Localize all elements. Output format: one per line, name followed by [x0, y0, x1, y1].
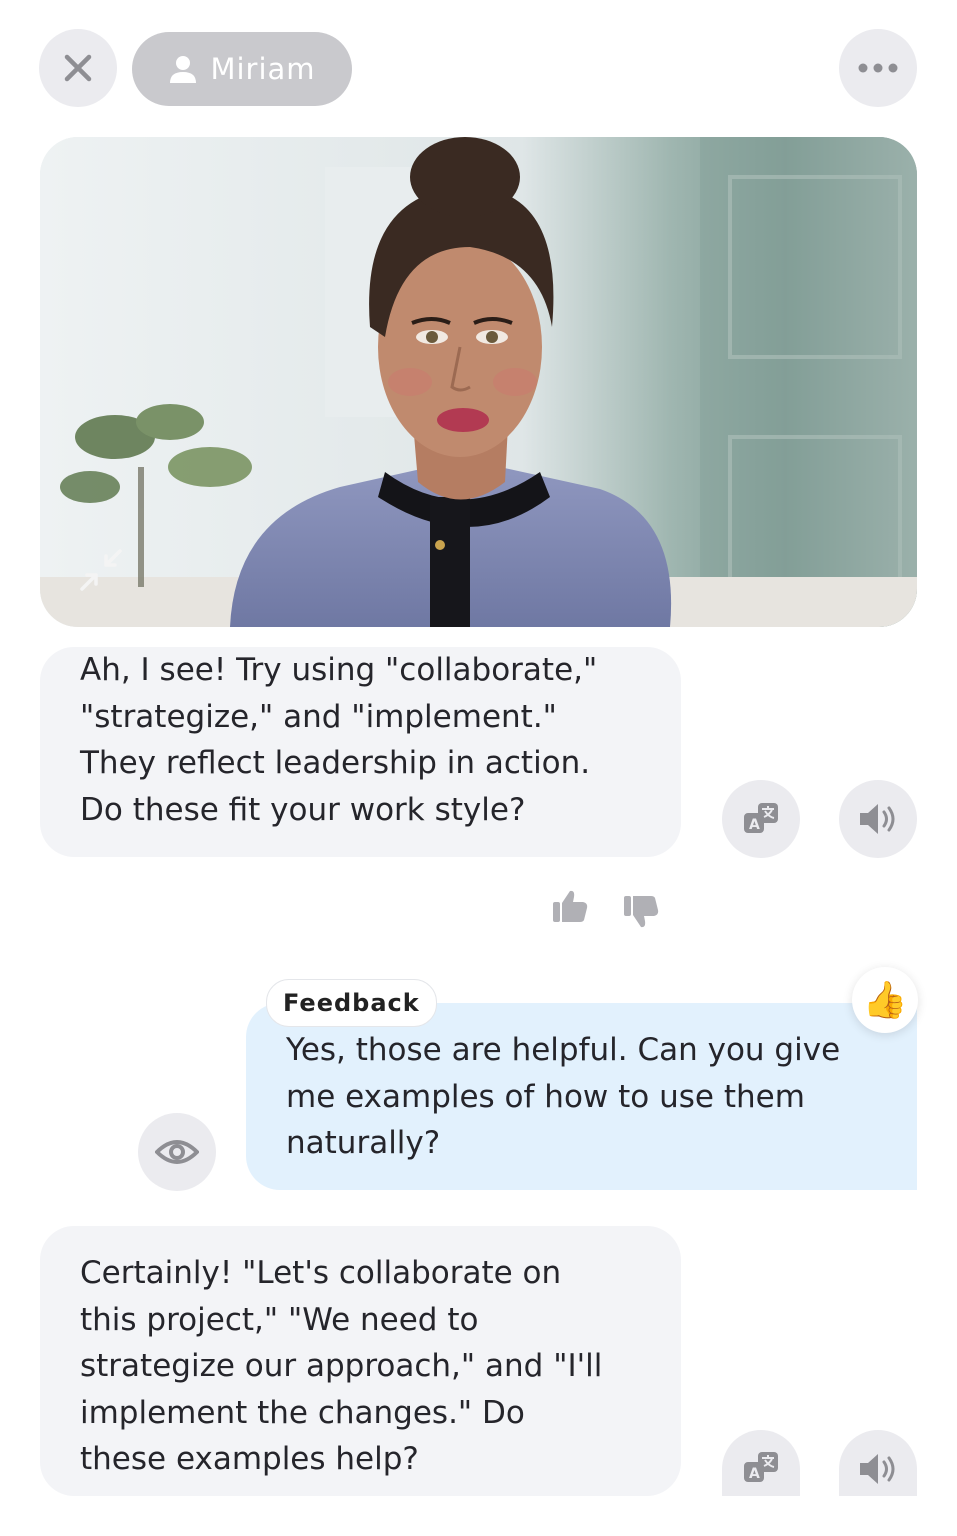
message-line: these examples help? [80, 1441, 419, 1477]
close-button[interactable] [39, 29, 117, 107]
speaker-icon [860, 804, 895, 834]
collapse-arrows-icon[interactable] [76, 545, 126, 595]
message-line: implement the changes." Do [80, 1394, 525, 1431]
thumbs-up-icon[interactable] [552, 888, 590, 924]
more-options-button[interactable] [839, 29, 917, 107]
person-icon [170, 56, 197, 83]
speaker-button[interactable] [839, 1430, 917, 1496]
message-line: "strategize," and "implement." [80, 698, 557, 735]
close-icon [64, 54, 92, 82]
message-line: Ah, I see! Try using "collaborate," [80, 652, 598, 688]
assistant-message: Ah, I see! Try using "collaborate," "str… [40, 647, 681, 857]
eye-icon [155, 1140, 199, 1164]
contact-name-pill[interactable]: Miriam [132, 32, 352, 106]
translate-button[interactable]: A [722, 1430, 800, 1496]
thumbs-down-icon[interactable] [623, 894, 661, 930]
message-line: this project," "We need to [80, 1301, 479, 1338]
message-line: Yes, those are helpful. Can you give [286, 1032, 841, 1068]
translate-icon: A [744, 803, 778, 833]
translate-button[interactable]: A [722, 780, 800, 858]
user-message: Yes, those are helpful. Can you give me … [246, 1003, 917, 1190]
translate-icon: A [744, 1452, 778, 1482]
avatar-video [40, 137, 917, 627]
contact-name: Miriam [210, 52, 316, 86]
message-line: They reflect leadership in action. [80, 745, 591, 781]
message-line: Certainly! "Let's collaborate on [80, 1255, 562, 1291]
thumbs-up-reaction-icon: 👍 [862, 980, 908, 1021]
message-line: strategize our approach," and "I'll [80, 1348, 603, 1384]
message-line: me examples of how to use them [286, 1078, 805, 1115]
more-horizontal-icon [858, 63, 898, 73]
assistant-message: Certainly! "Let's collaborate on this pr… [40, 1226, 681, 1496]
message-line: naturally? [286, 1125, 441, 1161]
thumbs-up-reaction: 👍 [852, 967, 918, 1033]
speaker-button[interactable] [839, 780, 917, 858]
show-feedback-button[interactable] [138, 1113, 216, 1191]
feedback-tag[interactable]: Feedback [266, 979, 437, 1027]
avatar-scene [40, 137, 917, 627]
message-line: Do these fit your work style? [80, 791, 526, 828]
speaker-icon [860, 1454, 895, 1484]
